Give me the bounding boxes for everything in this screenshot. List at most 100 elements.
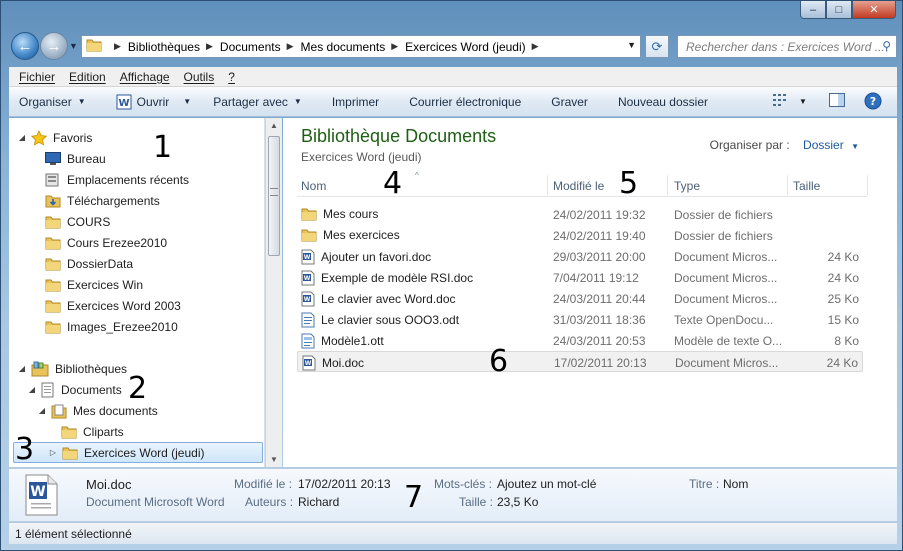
file-row[interactable]: Mes exercices 24/02/2011 19:40 Dossier de … bbox=[297, 225, 863, 246]
file-row[interactable]: W Ajouter un favori.doc 29/03/2011 20:00 Do… bbox=[297, 246, 863, 267]
burn-button[interactable]: Graver bbox=[551, 95, 588, 109]
column-modified-header[interactable]: Modifié le bbox=[553, 179, 604, 193]
collapse-arrow-icon[interactable]: ◢ bbox=[17, 133, 27, 142]
refresh-button[interactable]: ⟳ bbox=[645, 35, 669, 58]
column-type-header[interactable]: Type bbox=[674, 179, 700, 193]
tree-fav-item[interactable]: Téléchargements bbox=[31, 190, 160, 211]
details-pane: W Moi.doc Document Microsoft Word Modifi… bbox=[9, 468, 897, 521]
file-row[interactable]: Le clavier sous OOO3.odt 31/03/2011 18:36… bbox=[297, 309, 863, 330]
file-date: 17/02/2011 20:13 bbox=[554, 356, 647, 370]
breadcrumb-item[interactable]: Mes documents bbox=[301, 40, 386, 54]
details-authors-value[interactable]: Richard bbox=[298, 495, 339, 509]
tree-fav-item[interactable]: Cours Erezee2010 bbox=[31, 232, 167, 253]
print-button[interactable]: Imprimer bbox=[332, 95, 379, 109]
file-size: 25 Ko bbox=[827, 292, 859, 306]
arrange-by-dropdown[interactable]: Dossier bbox=[803, 138, 844, 152]
menu-affichage[interactable]: Affichage bbox=[120, 70, 170, 84]
minimize-button[interactable]: – bbox=[800, 1, 826, 19]
preview-pane-button[interactable] bbox=[829, 93, 845, 110]
column-name-header[interactable]: Nom bbox=[301, 179, 326, 193]
breadcrumb-separator-icon[interactable]: ▶ bbox=[391, 41, 398, 52]
help-button[interactable]: ? bbox=[864, 92, 882, 113]
desktop-icon bbox=[45, 151, 61, 166]
tree-fav-item[interactable]: COURS bbox=[31, 211, 110, 232]
star-icon bbox=[31, 129, 47, 146]
new-folder-button[interactable]: Nouveau dossier bbox=[618, 95, 708, 109]
close-button[interactable]: ✕ bbox=[852, 1, 896, 19]
scrollbar-thumb[interactable] bbox=[268, 136, 280, 256]
file-row[interactable]: W Le clavier avec Word.doc 24/03/2011 20:4… bbox=[297, 288, 863, 309]
collapse-arrow-icon[interactable]: ◢ bbox=[17, 364, 27, 373]
search-input[interactable]: Rechercher dans : Exercices Word ... ⚲ bbox=[677, 35, 897, 58]
svg-text:W: W bbox=[304, 254, 311, 261]
breadcrumb-item[interactable]: Documents bbox=[220, 40, 281, 54]
tree-fav-item[interactable]: Images_Erezee2010 bbox=[31, 316, 178, 337]
column-divider[interactable] bbox=[547, 175, 548, 195]
tree-fav-item[interactable]: Exercices Word 2003 bbox=[31, 295, 181, 316]
dropdown-arrow-icon: ▼ bbox=[293, 97, 302, 106]
expand-arrow-icon[interactable]: ▷ bbox=[48, 448, 58, 457]
column-size-header[interactable]: Taille bbox=[793, 179, 820, 193]
menu-fichier[interactable]: Fichier bbox=[19, 70, 55, 84]
collapse-arrow-icon[interactable]: ◢ bbox=[27, 385, 37, 394]
folder-icon bbox=[45, 278, 61, 292]
email-button[interactable]: Courrier électronique bbox=[409, 95, 521, 109]
folder-icon bbox=[62, 446, 78, 460]
search-icon[interactable]: ⚲ bbox=[882, 39, 891, 53]
breadcrumb-separator-icon[interactable]: ▶ bbox=[287, 41, 294, 52]
tree-favorites[interactable]: ◢ Favoris bbox=[17, 127, 92, 148]
svg-text:W: W bbox=[30, 484, 45, 500]
tree-libraries[interactable]: ◢ Bibliothèques bbox=[17, 358, 127, 379]
tree-exercices-word[interactable]: ▷ Exercices Word (jeudi) bbox=[13, 442, 263, 463]
tree-documents[interactable]: ◢ Documents bbox=[27, 379, 122, 400]
file-name-cell: W Ajouter un favori.doc bbox=[301, 249, 431, 265]
tree-cliparts[interactable]: Cliparts bbox=[47, 421, 124, 442]
file-name: Le clavier sous OOO3.odt bbox=[321, 313, 460, 327]
navigation-pane-scrollbar[interactable]: ▲ ▼ bbox=[265, 118, 282, 467]
tree-fav-item[interactable]: DossierData bbox=[31, 253, 133, 274]
maximize-button[interactable]: □ bbox=[826, 1, 852, 19]
details-title-value[interactable]: Nom bbox=[723, 477, 748, 491]
file-name: Modèle1.ott bbox=[321, 334, 384, 348]
dropdown-arrow-icon[interactable]: ▼ bbox=[851, 142, 859, 151]
breadcrumb-separator-icon[interactable]: ▶ bbox=[114, 41, 121, 52]
menu-edition[interactable]: Edition bbox=[69, 70, 106, 84]
tree-fav-item[interactable]: Exercices Win bbox=[31, 274, 143, 295]
downloads-folder-icon bbox=[45, 194, 61, 208]
file-date: 24/03/2011 20:44 bbox=[553, 292, 646, 306]
open-button[interactable]: W Ouvrir ▼ bbox=[116, 94, 191, 110]
menu-help[interactable]: ? bbox=[228, 70, 235, 84]
column-divider[interactable] bbox=[667, 175, 668, 195]
dropdown-arrow-icon[interactable]: ▼ bbox=[183, 97, 191, 106]
column-divider[interactable] bbox=[787, 175, 788, 195]
tree-fav-item[interactable]: Bureau bbox=[31, 148, 106, 169]
details-keywords-value[interactable]: Ajoutez un mot-clé bbox=[497, 477, 596, 491]
breadcrumb-item[interactable]: Exercices Word (jeudi) bbox=[405, 40, 525, 54]
address-dropdown-icon[interactable]: ▼ bbox=[627, 40, 636, 50]
scroll-up-icon[interactable]: ▲ bbox=[270, 121, 278, 130]
file-row[interactable]: W Exemple de modèle RSI.doc 7/04/2011 19:1… bbox=[297, 267, 863, 288]
recent-pages-dropdown[interactable]: ▼ bbox=[69, 41, 78, 51]
tree-fav-item[interactable]: Emplacements récents bbox=[31, 169, 189, 190]
column-divider[interactable] bbox=[867, 175, 868, 195]
breadcrumb-separator-icon[interactable]: ▶ bbox=[206, 41, 213, 52]
file-name-cell: W Exemple de modèle RSI.doc bbox=[301, 270, 473, 286]
view-options-button[interactable]: ▼ bbox=[773, 93, 807, 110]
back-button[interactable]: ← bbox=[11, 32, 39, 60]
address-bar[interactable]: ▶ Bibliothèques ▶ Documents ▶ Mes docume… bbox=[81, 35, 641, 58]
file-row[interactable]: Modèle1.ott 24/03/2011 20:53 Modèle de tex… bbox=[297, 330, 863, 351]
tree-label: Cours Erezee2010 bbox=[67, 235, 168, 250]
refresh-icon: ⟳ bbox=[651, 38, 663, 54]
share-button[interactable]: Partager avec ▼ bbox=[213, 95, 302, 109]
scroll-down-icon[interactable]: ▼ bbox=[270, 455, 278, 464]
breadcrumb-separator-icon[interactable]: ▶ bbox=[532, 41, 539, 52]
file-row[interactable]: Mes cours 24/02/2011 19:32 Dossier de fich… bbox=[297, 204, 863, 225]
breadcrumb-item[interactable]: Bibliothèques bbox=[128, 40, 200, 54]
menu-outils[interactable]: Outils bbox=[184, 70, 215, 84]
annotation-number: 5 bbox=[619, 166, 639, 201]
collapse-arrow-icon[interactable]: ◢ bbox=[37, 406, 47, 415]
organize-button[interactable]: Organiser ▼ bbox=[19, 95, 86, 109]
forward-button[interactable]: → bbox=[40, 32, 68, 60]
file-row[interactable]: W Moi.doc 17/02/2011 20:13 Document Micros.… bbox=[297, 351, 863, 372]
details-authors-label: Auteurs : bbox=[245, 495, 294, 509]
